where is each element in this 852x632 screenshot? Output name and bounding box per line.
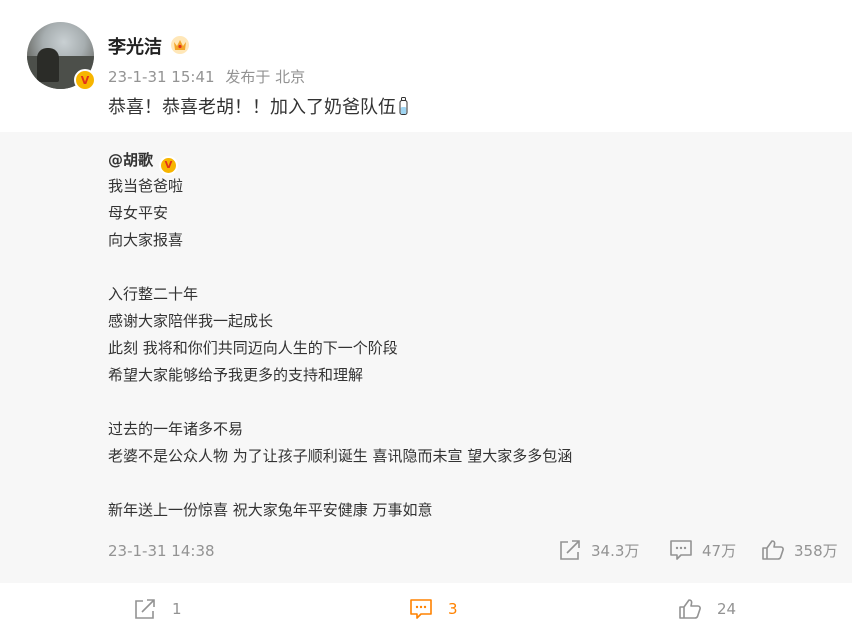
- comment-icon: [410, 599, 432, 619]
- repost-share-button[interactable]: 34.3万: [558, 539, 639, 561]
- repost-line: 希望大家能够给予我更多的支持和理解: [108, 366, 364, 384]
- repost-comment-count: 47万: [702, 541, 737, 560]
- post-text: 恭喜！恭喜老胡！！加入了奶爸队伍: [108, 93, 408, 119]
- repost-author-name[interactable]: @胡歌: [108, 151, 153, 169]
- repost-comment-button[interactable]: 47万: [669, 539, 736, 561]
- repost-line-blank: [108, 472, 572, 499]
- verified-badge-icon: V: [159, 156, 179, 175]
- repost-text: 我当爸爸啦 母女平安 向大家报喜 入行整二十年 感谢大家陪伴我一起成长 此刻 我…: [108, 175, 572, 526]
- repost-line: 向大家报喜: [108, 231, 184, 249]
- comment-icon: [670, 540, 692, 560]
- verified-badge-icon: V: [74, 69, 96, 91]
- like-button[interactable]: 24: [678, 598, 736, 620]
- post-header: V 李光洁 23-1-31 15:41 发布于 北京 恭喜！恭喜老胡！！加入了奶…: [0, 0, 852, 132]
- repost-line-blank: [108, 391, 572, 418]
- like-count: 24: [717, 600, 737, 618]
- post-timestamp[interactable]: 23-1-31 15:41: [108, 68, 215, 86]
- repost-like-button[interactable]: 358万: [761, 539, 838, 561]
- repost-line: 过去的一年诸多不易: [108, 420, 244, 438]
- repost-line-blank: [108, 256, 572, 283]
- comment-button[interactable]: 3: [409, 598, 458, 620]
- share-count: 1: [172, 600, 182, 618]
- avatar-person: [37, 48, 59, 82]
- post-location: 发布于 北京: [225, 68, 306, 86]
- post-action-bar: 1 3 24: [0, 583, 852, 632]
- repost-like-count: 358万: [794, 541, 838, 560]
- username[interactable]: 李光洁: [108, 33, 162, 59]
- repost-timestamp[interactable]: 23-1-31 14:38: [108, 542, 215, 560]
- share-icon: [135, 599, 155, 619]
- repost-line: 母女平安: [108, 204, 169, 222]
- repost-share-count: 34.3万: [591, 541, 640, 560]
- repost-line: 老婆不是公众人物 为了让孩子顺利诞生 喜讯隐而未宣 望大家多多包涵: [108, 447, 573, 465]
- share-button[interactable]: 1: [133, 598, 182, 620]
- share-icon: [560, 540, 580, 560]
- repost-line: 新年送上一份惊喜 祝大家兔年平安健康 万事如意: [108, 501, 433, 519]
- repost-line: 感谢大家陪伴我一起成长: [108, 312, 274, 330]
- vip-crown-icon: [171, 36, 189, 54]
- repost-line: 我当爸爸啦: [108, 177, 184, 195]
- repost-line: 此刻 我将和你们共同迈向人生的下一个阶段: [108, 339, 398, 357]
- repost-card[interactable]: @胡歌 V 我当爸爸啦 母女平安 向大家报喜 入行整二十年 感谢大家陪伴我一起成长…: [0, 132, 852, 583]
- baby-bottle-icon: [399, 97, 408, 115]
- repost-line: 入行整二十年: [108, 285, 199, 303]
- post-meta: 23-1-31 15:41 发布于 北京: [108, 66, 311, 87]
- post-text-body: 恭喜！恭喜老胡！！加入了奶爸队伍: [108, 97, 396, 118]
- like-icon: [679, 599, 701, 619]
- comment-count: 3: [448, 600, 458, 618]
- like-icon: [762, 540, 784, 560]
- repost-author[interactable]: @胡歌 V: [108, 149, 179, 175]
